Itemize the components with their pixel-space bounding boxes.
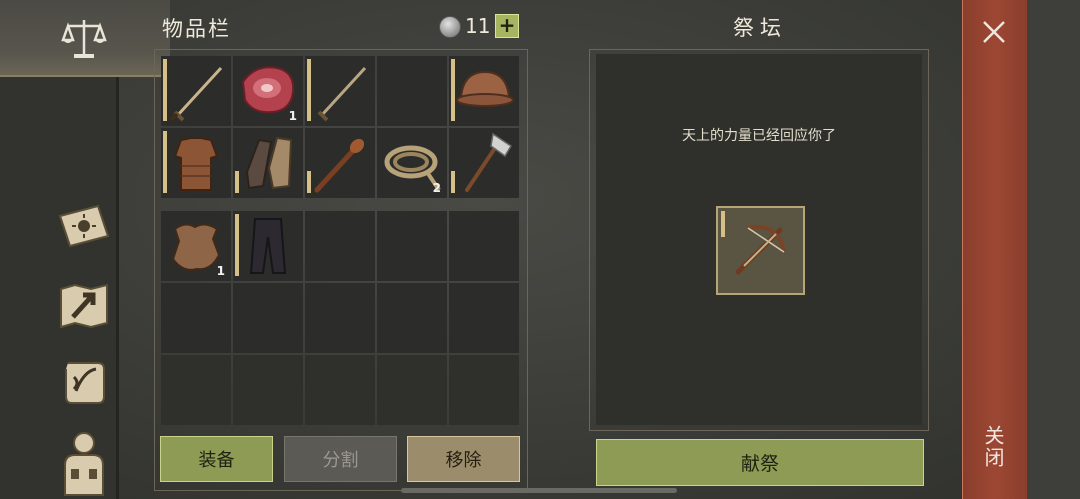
inventory-slot[interactable] bbox=[305, 355, 375, 425]
item-quantity: 1 bbox=[288, 109, 297, 123]
inventory-slot[interactable] bbox=[233, 355, 303, 425]
inventory-slot[interactable] bbox=[305, 211, 375, 281]
inventory-slot[interactable] bbox=[233, 283, 303, 353]
pants-icon bbox=[249, 218, 287, 274]
background-strip bbox=[1027, 0, 1080, 499]
scroll-indicator[interactable] bbox=[401, 488, 677, 493]
inventory-slot[interactable] bbox=[449, 283, 519, 353]
altar-offering-slot[interactable] bbox=[716, 206, 805, 295]
inventory-slot[interactable] bbox=[449, 128, 519, 198]
journal-sun-icon[interactable] bbox=[52, 196, 116, 256]
inventory-slot[interactable] bbox=[161, 355, 231, 425]
helmet-icon bbox=[456, 70, 514, 107]
gloves-icon bbox=[245, 136, 293, 190]
character-icon[interactable] bbox=[52, 428, 116, 498]
close-icon[interactable] bbox=[978, 16, 1010, 48]
inventory-slot[interactable] bbox=[377, 283, 447, 353]
inventory-slot[interactable] bbox=[233, 128, 303, 198]
inventory-grid-secondary: 1 bbox=[161, 211, 519, 425]
inventory-slot[interactable] bbox=[161, 128, 231, 198]
inventory-slot[interactable] bbox=[377, 56, 447, 126]
inventory-grid-main: 1 2 bbox=[161, 56, 519, 198]
inventory-slot[interactable] bbox=[449, 211, 519, 281]
inventory-slot[interactable] bbox=[305, 283, 375, 353]
split-button[interactable]: 分割 bbox=[284, 436, 397, 482]
offer-button[interactable]: 献祭 bbox=[596, 439, 924, 486]
map-arrow-icon[interactable] bbox=[52, 275, 116, 335]
add-coins-button[interactable]: + bbox=[495, 14, 519, 38]
inventory-slot[interactable]: 1 bbox=[161, 211, 231, 281]
altar-title: 祭坛 bbox=[733, 16, 787, 40]
remove-button[interactable]: 移除 bbox=[407, 436, 520, 482]
hatchet-icon bbox=[465, 132, 513, 192]
inventory-slot[interactable] bbox=[449, 355, 519, 425]
sword-icon bbox=[317, 66, 367, 122]
sidebar-edge bbox=[116, 77, 119, 499]
close-label[interactable]: 关闭 bbox=[980, 425, 1008, 469]
inventory-slot[interactable] bbox=[377, 211, 447, 281]
inventory-slot[interactable] bbox=[161, 283, 231, 353]
inventory-slot[interactable] bbox=[377, 355, 447, 425]
item-quantity: 1 bbox=[216, 264, 225, 278]
inventory-slot[interactable]: 1 bbox=[233, 56, 303, 126]
inventory-slot[interactable] bbox=[233, 211, 303, 281]
sword-icon bbox=[169, 66, 223, 122]
altar-message: 天上的力量已经回应你了 bbox=[682, 128, 836, 144]
inventory-slot[interactable] bbox=[161, 56, 231, 126]
leather-armor-icon bbox=[173, 137, 219, 191]
inventory-title: 物品栏 bbox=[162, 17, 231, 41]
durability-bar bbox=[721, 211, 725, 237]
scales-icon[interactable] bbox=[52, 8, 116, 68]
club-icon bbox=[314, 138, 365, 193]
inventory-slot[interactable] bbox=[449, 56, 519, 126]
quest-scroll-icon[interactable] bbox=[52, 352, 116, 412]
crossbow-icon bbox=[735, 225, 786, 275]
inventory-slot[interactable] bbox=[305, 56, 375, 126]
coin-count: 11 bbox=[465, 14, 491, 38]
item-quantity: 2 bbox=[432, 181, 441, 195]
coin-icon bbox=[439, 16, 461, 38]
equip-button[interactable]: 装备 bbox=[160, 436, 273, 482]
inventory-slot[interactable]: 2 bbox=[377, 128, 447, 198]
inventory-slot[interactable] bbox=[305, 128, 375, 198]
